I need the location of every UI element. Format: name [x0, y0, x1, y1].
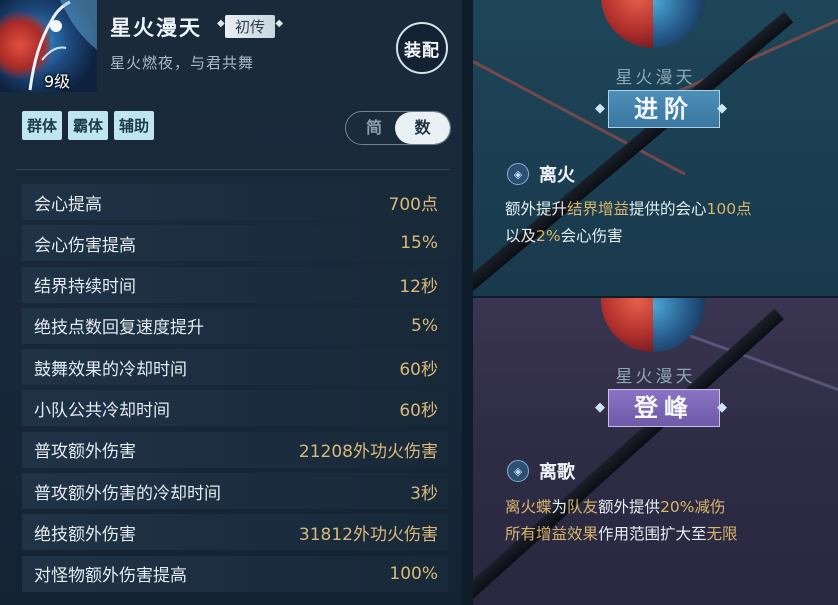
skill-gem-icon: ◈ — [507, 163, 529, 185]
stat-label: 结界持续时间 — [34, 277, 136, 298]
stat-row: 会心提高 700点 — [22, 184, 448, 220]
desc-highlight: 20%减伤 — [660, 498, 726, 516]
stat-row: 对怪物额外伤害提高 100% — [22, 555, 448, 592]
desc-highlight: 所有增益效果 — [505, 525, 599, 543]
stat-label: 小队公共冷却时间 — [34, 400, 170, 421]
desc-text: 会心伤害 — [560, 227, 623, 245]
skill-gem-icon: ◈ — [507, 460, 529, 482]
stage-badge-peak: 登峰 — [595, 389, 733, 427]
staff-illustration — [473, 308, 784, 601]
stat-row: 普攻额外伤害的冷却时间 3秒 — [22, 473, 448, 510]
stat-label: 会心提高 — [34, 194, 102, 215]
panel-char-name: 星火漫天 — [615, 68, 696, 88]
stat-value: 60秒 — [399, 359, 438, 380]
stat-label: 绝技点数回复速度提升 — [34, 318, 204, 339]
stat-value: 21208外功火伤害 — [298, 442, 438, 463]
skill-title: 星火漫天 — [110, 16, 202, 40]
stat-row: 普攻额外伤害 21208外功火伤害 — [22, 431, 448, 468]
stat-value: 12秒 — [399, 277, 438, 298]
desc-text: 额外提升 — [505, 200, 568, 218]
stat-label: 绝技额外伤害 — [34, 524, 136, 545]
stat-value: 60秒 — [399, 400, 438, 421]
skill-name: 离歌 — [539, 462, 575, 483]
tag-group: 群体 — [22, 111, 63, 140]
desc-text: 作用范围扩大至 — [598, 525, 707, 543]
skill-detail-panel: 9级 星火漫天 初传 星火燃夜，与君共舞 装配 群体 霸体 辅助 简 数 会心提… — [0, 0, 462, 605]
skill-description: 额外提升结界增益提供的会心100点以及2%会心伤害 — [505, 196, 805, 250]
stat-row: 绝技额外伤害 31812外功火伤害 — [22, 514, 448, 551]
tag-support: 辅助 — [114, 111, 155, 140]
staff-illustration — [473, 11, 794, 293]
advance-panel: 星火漫天 进阶 ◈ 离火 额外提升结界增益提供的会心100点以及2%会心伤害 — [473, 0, 838, 296]
mode-numeric-option[interactable]: 数 — [395, 112, 450, 144]
stat-list: 会心提高 700点 会心伤害提高 15% 结界持续时间 12秒 绝技点数回复速度提升 5… — [22, 184, 448, 597]
stat-row: 绝技点数回复速度提升 5% — [22, 307, 448, 344]
skill-portrait: 9级 — [0, 0, 97, 92]
stat-value: 700点 — [388, 194, 438, 215]
stat-row: 小队公共冷却时间 60秒 — [22, 390, 448, 427]
equip-button[interactable]: 装配 — [396, 22, 448, 74]
stat-value: 15% — [400, 233, 438, 254]
display-mode-toggle[interactable]: 简 数 — [345, 111, 451, 145]
stat-row: 结界持续时间 12秒 — [22, 266, 448, 303]
desc-text: 提供的会心 — [629, 200, 707, 218]
divider — [16, 169, 450, 170]
skill-heading: ◈ 离火 — [507, 161, 575, 187]
peak-panel: 星火漫天 登峰 ◈ 离歌 离火蝶为队友额外提供20%减伤所有增益效果作用范围扩大… — [473, 298, 838, 605]
skill-orb-image — [601, 298, 705, 352]
tag-super-armor: 霸体 — [68, 111, 109, 140]
desc-highlight: 结界增益 — [567, 200, 630, 218]
stat-row: 会心伤害提高 15% — [22, 225, 448, 262]
mode-simple-option[interactable]: 简 — [348, 112, 400, 144]
stat-value: 5% — [411, 315, 438, 336]
level-label: 9级 — [44, 72, 71, 91]
rank-badge: 初传 — [217, 15, 283, 38]
skill-subtitle: 星火燃夜，与君共舞 — [110, 54, 255, 72]
stat-label: 鼓舞效果的冷却时间 — [34, 359, 187, 380]
desc-text: 额外提供 — [598, 498, 661, 516]
stat-label: 对怪物额外伤害提高 — [34, 566, 187, 587]
skill-description: 离火蝶为队友额外提供20%减伤所有增益效果作用范围扩大至无限 — [505, 494, 795, 548]
skill-orb-image — [601, 0, 705, 48]
panel-char-name: 星火漫天 — [615, 367, 696, 387]
desc-text: 为 — [551, 498, 568, 516]
desc-highlight: 无限 — [706, 525, 738, 543]
skill-heading: ◈ 离歌 — [507, 458, 575, 484]
desc-text: 以及 — [505, 227, 537, 245]
stat-row: 鼓舞效果的冷却时间 60秒 — [22, 349, 448, 386]
stat-value: 31812外功火伤害 — [298, 524, 438, 545]
stat-value: 100% — [389, 563, 438, 584]
stage-badge-advance: 进阶 — [595, 90, 733, 128]
stat-label: 普攻额外伤害 — [34, 442, 136, 463]
desc-highlight: 队友 — [567, 498, 599, 516]
stat-label: 普攻额外伤害的冷却时间 — [34, 483, 221, 504]
skill-name: 离火 — [539, 165, 575, 186]
tag-list: 群体 霸体 辅助 — [22, 111, 155, 140]
desc-highlight: 2% — [536, 227, 561, 245]
desc-highlight: 100点 — [706, 200, 752, 218]
desc-highlight: 离火蝶 — [505, 498, 552, 516]
stat-label: 会心伤害提高 — [34, 235, 136, 256]
stat-value: 3秒 — [410, 483, 438, 504]
